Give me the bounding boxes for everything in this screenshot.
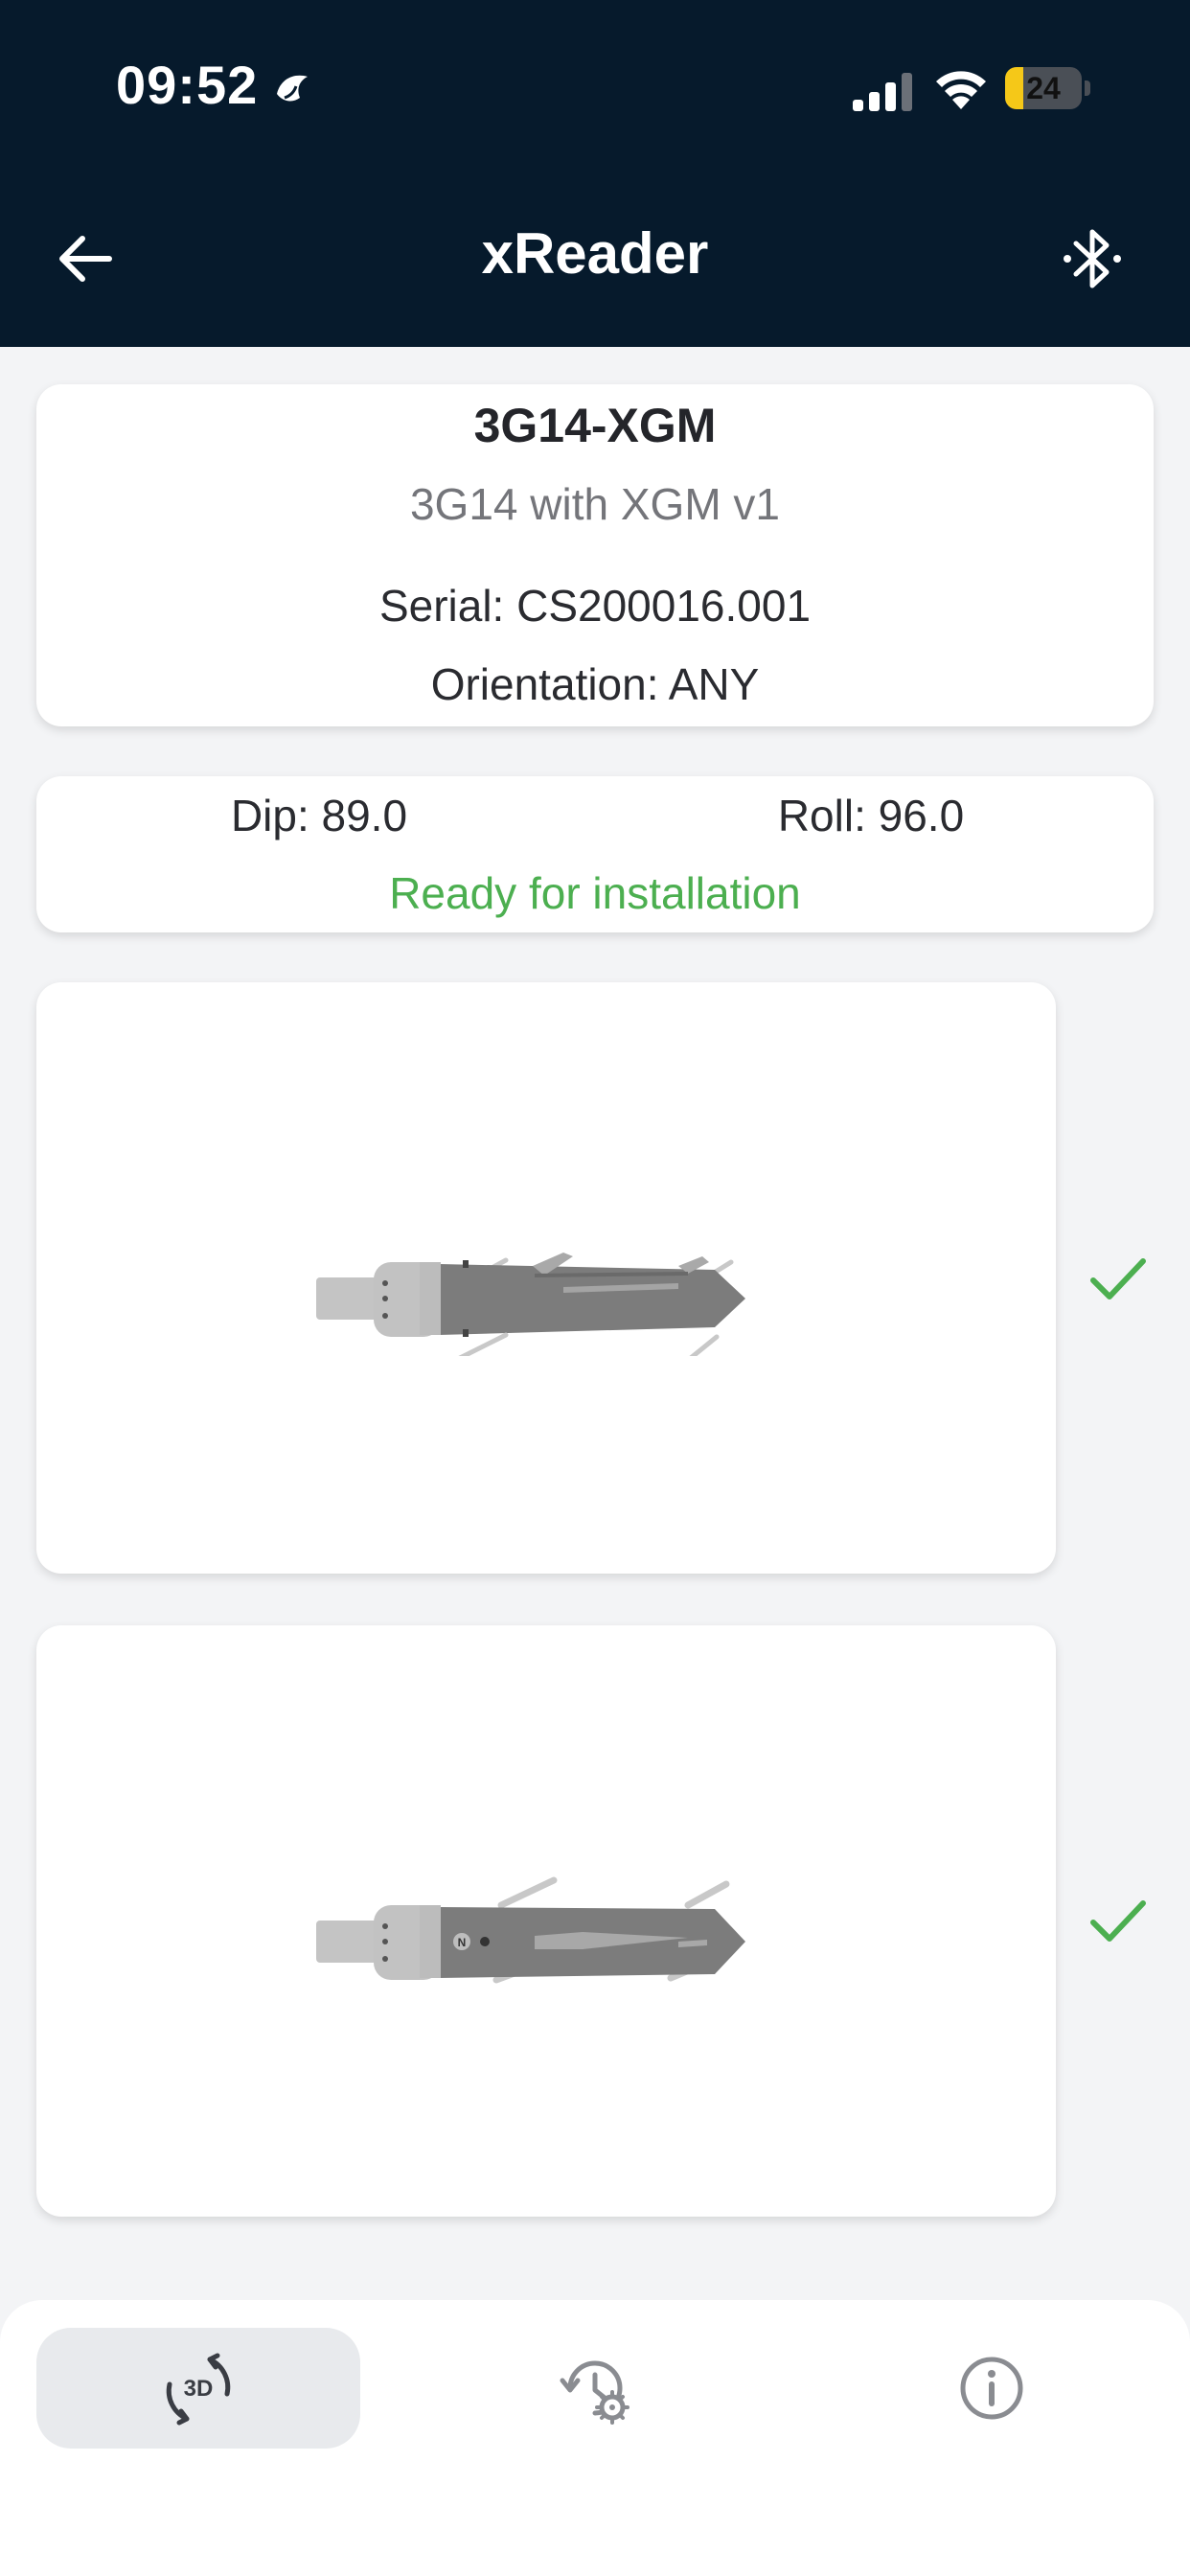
device-name: 3G14-XGM [473,399,717,452]
history-settings-icon [560,2360,629,2425]
tool-side-view-card[interactable] [36,982,1056,1574]
tab-3d-view[interactable]: 3D [36,2328,360,2449]
device-info-card: 3G14-XGM 3G14 with XGM v1 Serial: CS2000… [36,384,1154,726]
roll-value: Roll: 96.0 [777,791,965,840]
battery-icon: 24 [1005,67,1091,109]
rotate-3d-icon: 3D [166,2353,231,2426]
cellular-signal-icon [853,73,912,111]
north-marker: N [458,1936,467,1949]
tab-3d-label: 3D [184,2376,214,2402]
device-serial: Serial: CS200016.001 [378,581,812,631]
bottom-navigation: 3D [0,2300,1190,2576]
app-bar: xReader [0,178,1190,347]
check-icon [1090,1900,1146,1942]
bluetooth-icon[interactable] [1059,222,1126,295]
info-icon [960,2357,1023,2420]
tool-top-view-card[interactable]: N [36,1625,1056,2217]
tab-history-settings[interactable] [433,2328,757,2449]
readings-card: Dip: 89.0 Roll: 96.0 Ready for installat… [36,776,1154,932]
status-time: 09:52 [116,55,259,115]
check-icon [1090,1258,1146,1300]
tool-top-view-image: N [316,1876,745,1984]
status-bar: 09:52 24 [0,0,1190,178]
page-title: xReader [481,221,709,286]
device-description: 3G14 with XGM v1 [409,479,781,529]
sleep-moon-icon [277,75,308,102]
installation-status: Ready for installation [389,868,801,918]
battery-level: 24 [1026,71,1061,105]
dip-value: Dip: 89.0 [230,791,408,840]
tab-info[interactable] [830,2328,1154,2449]
device-orientation: Orientation: ANY [430,659,760,709]
wifi-icon [936,71,986,109]
tool-side-view-image [316,1253,745,1356]
